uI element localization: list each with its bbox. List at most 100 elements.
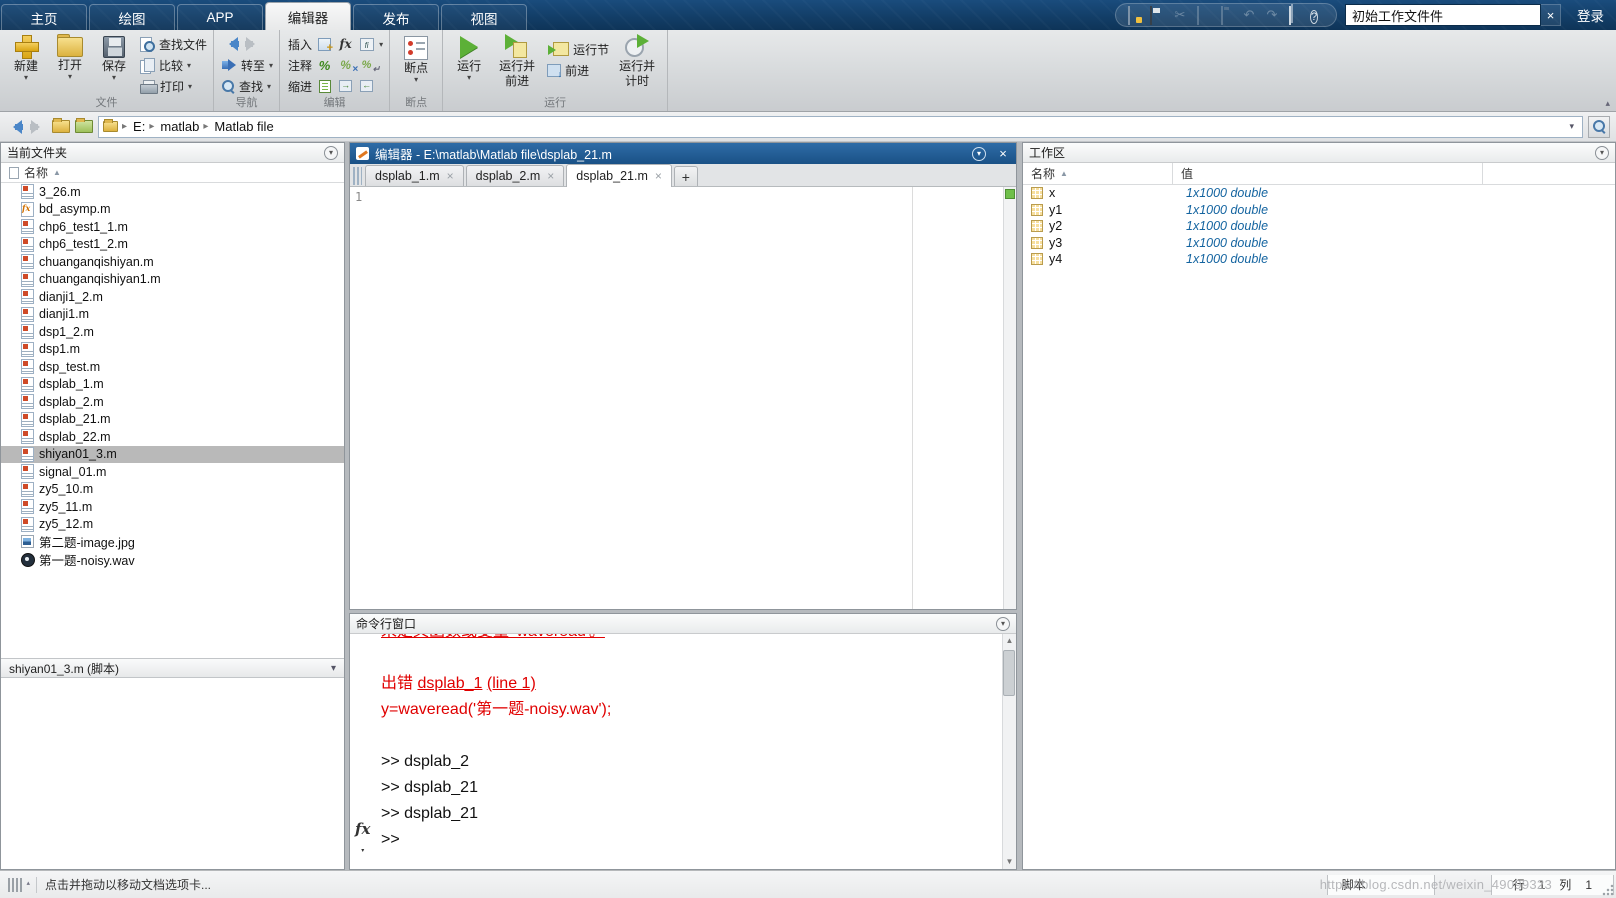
- tab-drag-grip[interactable]: [353, 167, 362, 185]
- folder-up-icon[interactable]: [52, 118, 70, 133]
- editor-tab-close-icon[interactable]: ×: [547, 169, 554, 183]
- find-button[interactable]: 查找 ▾: [222, 77, 273, 95]
- breakpoints-button[interactable]: 断点 ▾: [394, 32, 438, 84]
- statusbar-drag-grip-icon[interactable]: [8, 877, 30, 892]
- addr-search-button[interactable]: [1588, 115, 1610, 138]
- indent-left-icon[interactable]: [358, 78, 375, 94]
- file-row[interactable]: dsp1_2.m: [1, 323, 344, 341]
- file-row[interactable]: zy5_12.m: [1, 516, 344, 534]
- code-analyzer-indicator[interactable]: [1005, 189, 1015, 199]
- run-advance-button[interactable]: 运行并 前进: [491, 32, 543, 88]
- breadcrumb-item[interactable]: E:: [122, 119, 145, 134]
- current-folder-menu-icon[interactable]: ▾: [324, 145, 338, 160]
- file-details-bar[interactable]: shiyan01_3.m (脚本) ▾: [1, 658, 344, 678]
- file-row[interactable]: 第一题-noisy.wav: [1, 551, 344, 569]
- workspace-menu-icon[interactable]: ▾: [1595, 145, 1609, 160]
- file-row[interactable]: dsplab_21.m: [1, 411, 344, 429]
- save-icon[interactable]: [1149, 6, 1165, 25]
- addr-forward-icon[interactable]: [29, 119, 47, 134]
- editor-tab-close-icon[interactable]: ×: [447, 169, 454, 183]
- file-row[interactable]: zy5_10.m: [1, 481, 344, 499]
- file-row[interactable]: signal_01.m: [1, 463, 344, 481]
- find-files-button[interactable]: 查找文件: [140, 35, 207, 53]
- window-layout-icon[interactable]: [1287, 6, 1303, 25]
- breadcrumb-item[interactable]: Matlab file: [203, 119, 273, 134]
- command-window-body[interactable]: 未定义函数或变量 'waveread'。 出错 dsplab_1 (line 1…: [350, 634, 1016, 869]
- print-button[interactable]: 打印 ▾: [140, 77, 207, 95]
- forward-arrow-icon[interactable]: [244, 37, 262, 51]
- wrap-comment-icon[interactable]: %: [358, 57, 380, 75]
- file-row[interactable]: dsplab_22.m: [1, 428, 344, 446]
- breadcrumb[interactable]: E: matlab Matlab file ▾: [98, 115, 1583, 138]
- editor-tab[interactable]: dsplab_2.m ×: [465, 165, 565, 186]
- login-button[interactable]: 登录: [1571, 5, 1610, 25]
- cut-icon[interactable]: ✂: [1172, 7, 1188, 23]
- ribbon-tab[interactable]: 编辑器: [265, 2, 351, 30]
- uncomment-icon[interactable]: %: [337, 57, 358, 75]
- new-tab-button[interactable]: +: [673, 166, 698, 186]
- file-row[interactable]: dsplab_1.m: [1, 376, 344, 394]
- breadcrumb-dropdown-icon[interactable]: ▾: [1565, 121, 1578, 132]
- editor-tab-close-icon[interactable]: ×: [655, 169, 662, 183]
- editor-body[interactable]: 1: [350, 187, 1016, 609]
- file-row[interactable]: shiyan01_3.m: [1, 445, 344, 463]
- ws-name-column-header[interactable]: 名称 ▲: [1023, 163, 1173, 184]
- workspace-variable-row[interactable]: y4 1x1000 double: [1023, 251, 1615, 268]
- breadcrumb-item[interactable]: matlab: [149, 119, 199, 134]
- new-button[interactable]: 新建 ▾: [4, 32, 48, 82]
- file-row[interactable]: chp6_test1_2.m: [1, 236, 344, 254]
- save-button[interactable]: 保存 ▾: [92, 32, 136, 82]
- open-button[interactable]: 打开 ▾: [48, 32, 92, 81]
- scroll-up-icon[interactable]: ▲: [1006, 634, 1014, 648]
- advance-button[interactable]: 前进: [547, 61, 609, 79]
- editor-menu-icon[interactable]: ▾: [972, 146, 986, 161]
- name-column-header[interactable]: 名称 ▲: [1, 163, 344, 183]
- indent-right-icon[interactable]: [337, 78, 354, 94]
- file-row[interactable]: dsplab_2.m: [1, 393, 344, 411]
- copy-icon[interactable]: [1195, 6, 1211, 25]
- ws-value-column-header[interactable]: 值: [1173, 163, 1483, 184]
- search-clear-icon[interactable]: ×: [1541, 4, 1561, 26]
- file-row[interactable]: dianji1.m: [1, 306, 344, 324]
- file-row[interactable]: chp6_test1_1.m: [1, 218, 344, 236]
- undo-icon[interactable]: ↶: [1241, 7, 1257, 23]
- run-section-button[interactable]: 运行节: [547, 40, 609, 58]
- prompt-row[interactable]: fx >>: [355, 820, 1016, 853]
- addr-back-icon[interactable]: [6, 119, 24, 134]
- browse-folder-icon[interactable]: [75, 118, 93, 133]
- run-time-button[interactable]: 运行并 计时: [611, 32, 663, 88]
- ribbon-tab[interactable]: 绘图: [89, 4, 175, 30]
- insert-section-icon[interactable]: [316, 36, 333, 54]
- insert-figure-icon[interactable]: fi: [358, 36, 375, 52]
- workspace-variable-row[interactable]: y3 1x1000 double: [1023, 235, 1615, 252]
- file-row[interactable]: dianji1_2.m: [1, 288, 344, 306]
- error-file-link[interactable]: dsplab_1: [417, 675, 482, 692]
- comment-icon[interactable]: %: [316, 57, 333, 73]
- editor-titlebar[interactable]: 编辑器 - E:\matlab\Matlab file\dsplab_21.m …: [350, 143, 1016, 164]
- editor-tab[interactable]: dsplab_21.m ×: [566, 164, 672, 187]
- file-row[interactable]: dsp1.m: [1, 341, 344, 359]
- editor-close-icon[interactable]: ×: [996, 146, 1010, 161]
- new-script-icon[interactable]: [1126, 6, 1142, 25]
- workspace-variable-row[interactable]: x 1x1000 double: [1023, 185, 1615, 202]
- smart-indent-icon[interactable]: [316, 78, 333, 94]
- command-scroll-thumb[interactable]: [1003, 650, 1015, 696]
- fx-icon[interactable]: fx: [355, 816, 370, 864]
- ribbon-tab[interactable]: 主页: [1, 4, 87, 30]
- workspace-variable-row[interactable]: y1 1x1000 double: [1023, 202, 1615, 219]
- ribbon-tab[interactable]: 发布: [353, 4, 439, 30]
- workspace-variable-row[interactable]: y2 1x1000 double: [1023, 218, 1615, 235]
- paste-icon[interactable]: [1218, 6, 1234, 25]
- insert-function-icon[interactable]: fx: [337, 36, 354, 52]
- file-row[interactable]: 3_26.m: [1, 183, 344, 201]
- editor-tab[interactable]: dsplab_1.m ×: [365, 165, 464, 186]
- editor-scrollbar[interactable]: [1003, 187, 1016, 609]
- back-arrow-icon[interactable]: [222, 37, 240, 51]
- file-row[interactable]: chuanganqishiyan1.m: [1, 271, 344, 289]
- file-row[interactable]: 第二题-image.jpg: [1, 533, 344, 551]
- file-row[interactable]: chuanganqishiyan.m: [1, 253, 344, 271]
- file-row[interactable]: zy5_11.m: [1, 498, 344, 516]
- scroll-down-icon[interactable]: ▼: [1006, 855, 1014, 869]
- redo-icon[interactable]: ↷: [1264, 7, 1280, 23]
- file-row[interactable]: bd_asymp.m: [1, 201, 344, 219]
